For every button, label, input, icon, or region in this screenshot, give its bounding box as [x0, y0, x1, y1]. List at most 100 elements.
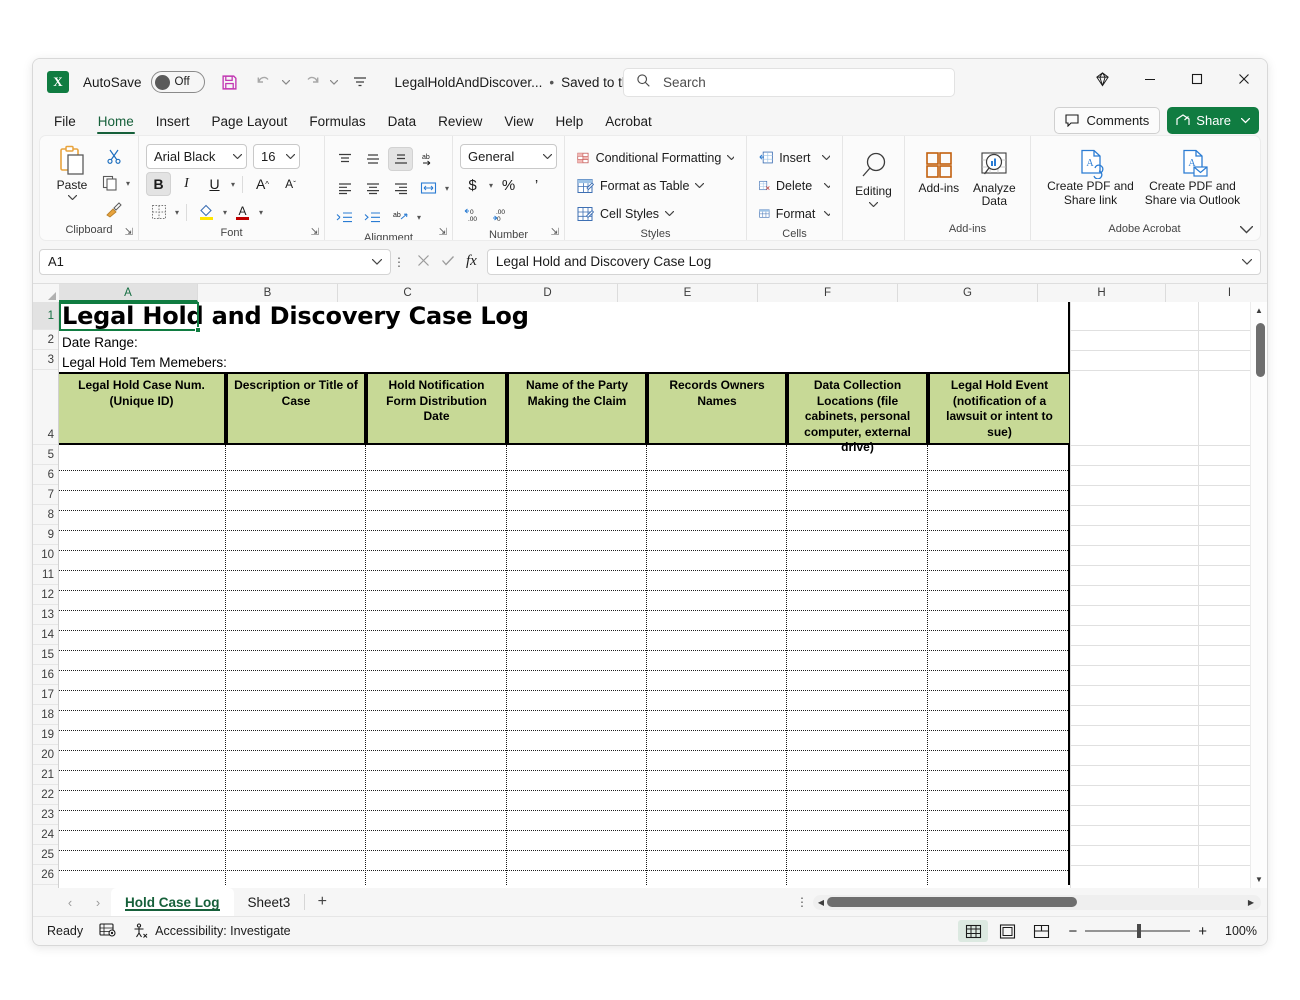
decrease-indent-button[interactable] — [332, 205, 357, 229]
align-left-button[interactable] — [332, 176, 357, 200]
save-icon[interactable] — [215, 67, 245, 97]
cell-styles-button[interactable]: Cell Styles — [572, 201, 739, 226]
accounting-chevron-down-icon[interactable]: ▾ — [489, 181, 493, 190]
scroll-down-arrow-icon[interactable]: ▼ — [1251, 871, 1267, 888]
scroll-up-arrow-icon[interactable]: ▲ — [1251, 302, 1267, 319]
accounting-format-button[interactable]: $ — [460, 173, 485, 197]
page-layout-view-button[interactable] — [992, 920, 1022, 942]
decrease-decimal-button[interactable]: .00 0 — [488, 202, 513, 226]
decrease-font-size-button[interactable]: Aˇ — [278, 172, 303, 196]
row-header-18[interactable]: 18 — [33, 705, 58, 725]
align-bottom-button[interactable] — [388, 147, 413, 171]
comments-button[interactable]: Comments — [1054, 107, 1161, 134]
scroll-right-arrow-icon[interactable]: ▶ — [1243, 898, 1259, 907]
enter-icon[interactable] — [441, 254, 455, 270]
row-header-13[interactable]: 13 — [33, 605, 58, 625]
autosave-toggle[interactable]: Off — [150, 71, 205, 93]
row-header-1[interactable]: 1 — [33, 302, 58, 330]
column-header-g[interactable]: G — [898, 284, 1038, 302]
insert-function-icon[interactable]: fx — [466, 253, 477, 270]
copy-button[interactable] — [97, 171, 122, 195]
row-header-25[interactable]: 25 — [33, 845, 58, 865]
zoom-knob[interactable] — [1137, 924, 1142, 938]
editing-button[interactable]: Editing — [850, 147, 897, 221]
paste-button[interactable]: Paste — [47, 141, 97, 222]
row-header-5[interactable]: 5 — [33, 445, 58, 465]
underline-button[interactable]: U — [202, 172, 227, 196]
column-header-a[interactable]: A — [59, 284, 198, 302]
borders-button[interactable] — [146, 200, 171, 224]
vertical-scrollbar[interactable]: ▲ ▼ — [1250, 302, 1267, 888]
align-center-button[interactable] — [360, 176, 385, 200]
font-name-select[interactable]: Arial Black — [146, 144, 247, 169]
number-format-select[interactable]: General — [460, 144, 557, 169]
next-sheet-icon[interactable]: › — [85, 890, 111, 914]
horizontal-scroll-thumb[interactable] — [827, 897, 1077, 907]
format-painter-button[interactable] — [97, 198, 130, 222]
fill-color-chevron-down-icon[interactable]: ▾ — [223, 208, 227, 217]
maximize-button[interactable] — [1173, 59, 1220, 99]
column-header-h[interactable]: H — [1038, 284, 1166, 302]
column-header-i[interactable]: I — [1166, 284, 1267, 302]
increase-decimal-button[interactable]: 0.00 — [460, 202, 485, 226]
cut-button[interactable] — [97, 144, 130, 168]
cells-area[interactable]: Legal Hold and Discovery Case Log Date R… — [59, 302, 1250, 888]
share-button[interactable]: Share — [1167, 107, 1259, 134]
accessibility-status[interactable]: Accessibility: Investigate — [132, 923, 291, 939]
row-header-19[interactable]: 19 — [33, 725, 58, 745]
split-handle[interactable]: ⋮ — [791, 895, 813, 909]
font-color-button[interactable]: A — [230, 200, 255, 224]
row-header-6[interactable]: 6 — [33, 465, 58, 485]
font-size-select[interactable]: 16 — [253, 144, 300, 169]
tab-help[interactable]: Help — [544, 111, 594, 135]
wrap-text-button[interactable] — [416, 176, 441, 200]
addins-button[interactable]: Add-ins — [912, 146, 966, 221]
italic-button[interactable]: I — [174, 172, 199, 196]
comma-style-button[interactable]: ’ — [524, 173, 549, 197]
column-header-c[interactable]: C — [338, 284, 478, 302]
row-header-12[interactable]: 12 — [33, 585, 58, 605]
font-dialog-launcher[interactable]: ⇲ — [311, 227, 319, 238]
fill-color-button[interactable] — [194, 200, 219, 224]
tab-formulas[interactable]: Formulas — [298, 111, 376, 135]
diamond-icon[interactable] — [1079, 59, 1126, 99]
row-header-23[interactable]: 23 — [33, 805, 58, 825]
create-pdf-share-link-button[interactable]: A Create PDF and Share link — [1043, 146, 1139, 221]
zoom-out-button[interactable]: − — [1068, 923, 1077, 940]
format-cells-button[interactable]: Format — [754, 201, 835, 226]
copy-chevron-down-icon[interactable]: ▾ — [126, 179, 130, 188]
column-header-b[interactable]: B — [198, 284, 338, 302]
zoom-track[interactable] — [1085, 924, 1191, 938]
sheet-tab-sheet3[interactable]: Sheet3 — [234, 888, 305, 916]
analyze-data-button[interactable]: Analyze Data — [966, 146, 1023, 221]
conditional-formatting-button[interactable]: Conditional Formatting — [572, 145, 739, 170]
tab-view[interactable]: View — [493, 111, 544, 135]
tab-data[interactable]: Data — [377, 111, 428, 135]
row-header-7[interactable]: 7 — [33, 485, 58, 505]
row-header-16[interactable]: 16 — [33, 665, 58, 685]
row-header-2[interactable]: 2 — [33, 330, 58, 350]
redo-dropdown-icon[interactable] — [327, 67, 341, 97]
create-pdf-outlook-button[interactable]: A Create PDF and Share via Outlook — [1139, 146, 1247, 221]
number-dialog-launcher[interactable]: ⇲ — [551, 227, 559, 238]
sheet-tab-hold-case-log[interactable]: Hold Case Log — [111, 888, 234, 916]
vertical-scroll-thumb[interactable] — [1256, 323, 1265, 377]
increase-indent-button[interactable] — [360, 205, 385, 229]
cancel-icon[interactable] — [417, 254, 430, 270]
orientation-button[interactable]: ab — [416, 147, 441, 171]
undo-dropdown-icon[interactable] — [279, 67, 293, 97]
row-header-26[interactable]: 26 — [33, 865, 58, 885]
row-header-24[interactable]: 24 — [33, 825, 58, 845]
column-header-f[interactable]: F — [758, 284, 898, 302]
merge-and-center-button[interactable]: ab — [388, 205, 413, 229]
select-all-corner[interactable] — [33, 284, 59, 302]
row-header-17[interactable]: 17 — [33, 685, 58, 705]
column-header-e[interactable]: E — [618, 284, 758, 302]
vertical-scroll-track[interactable] — [1253, 319, 1265, 871]
tab-review[interactable]: Review — [427, 111, 493, 135]
underline-chevron-down-icon[interactable]: ▾ — [231, 180, 235, 189]
percent-style-button[interactable]: % — [496, 173, 521, 197]
row-header-22[interactable]: 22 — [33, 785, 58, 805]
clipboard-dialog-launcher[interactable]: ⇲ — [125, 227, 133, 238]
row-header-10[interactable]: 10 — [33, 545, 58, 565]
